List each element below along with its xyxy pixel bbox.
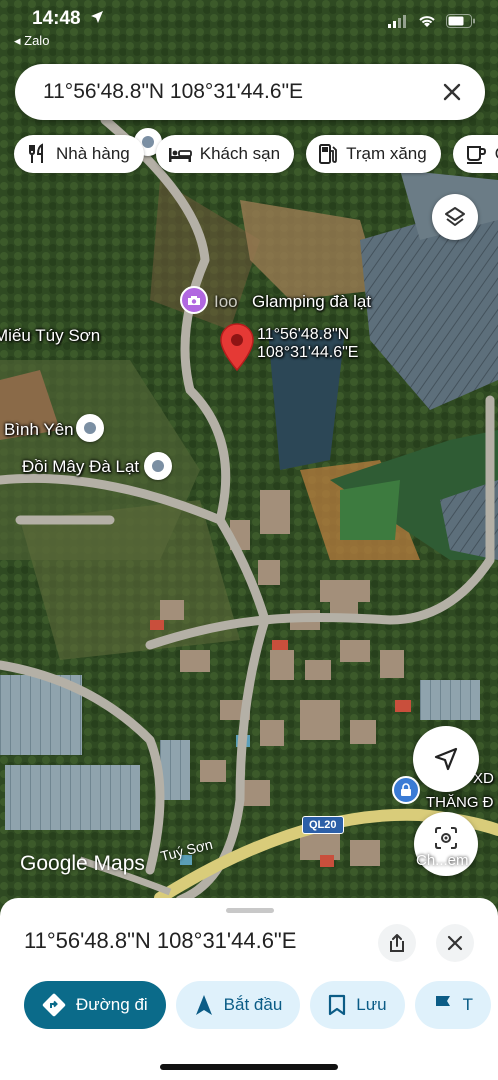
poi-marker-doi-may[interactable] bbox=[144, 452, 172, 480]
back-to-app-link[interactable]: ◂ Zalo bbox=[14, 33, 49, 49]
close-icon bbox=[447, 935, 463, 951]
bookmark-icon bbox=[329, 994, 346, 1016]
flag-icon bbox=[435, 996, 450, 1015]
place-label-tuy-son-temple[interactable]: Miếu Túy Sơn bbox=[0, 326, 100, 346]
navigation-arrow-icon bbox=[434, 747, 458, 771]
map-layers-button[interactable] bbox=[432, 194, 478, 240]
directions-button[interactable]: Đường đi bbox=[24, 981, 166, 1029]
start-label: Bắt đầu bbox=[223, 995, 283, 1014]
flag-label: T bbox=[462, 995, 473, 1014]
system-icons bbox=[388, 14, 476, 28]
cellular-signal-icon bbox=[388, 14, 406, 28]
hotel-icon bbox=[168, 148, 192, 162]
place-label-xd[interactable]: XD bbox=[473, 770, 494, 787]
sheet-title: 11°56'48.8"N 108°31'44.6"E bbox=[24, 928, 297, 953]
navigation-arrow-icon bbox=[195, 995, 212, 1015]
chip-restaurants-label: Nhà hàng bbox=[56, 144, 130, 163]
save-label: Lưu bbox=[356, 995, 387, 1014]
share-icon bbox=[390, 934, 404, 952]
place-label-glamping[interactable]: Glamping đà lạt bbox=[252, 292, 371, 312]
search-input[interactable]: 11°56'48.8"N 108°31'44.6"E bbox=[43, 80, 439, 104]
lock-poi-icon[interactable] bbox=[392, 776, 420, 804]
poi-marker-binh-yen[interactable] bbox=[76, 414, 104, 442]
chip-gas-stations[interactable]: Trạm xăng bbox=[306, 135, 441, 173]
directions-icon bbox=[42, 993, 66, 1017]
chip-gas-stations-label: Trạm xăng bbox=[346, 144, 427, 163]
pin-coordinates-label: 11°56'48.8"N 108°31'44.6"E bbox=[257, 326, 358, 363]
start-button[interactable]: Bắt đầu bbox=[175, 981, 301, 1029]
chip-hotels-label: Khách sạn bbox=[199, 144, 281, 163]
status-bar: 14:48 ◂ Zalo bbox=[0, 0, 498, 56]
wifi-icon bbox=[419, 15, 435, 27]
place-label-doi-may[interactable]: Đồi Mây Đà Lạt bbox=[22, 457, 139, 477]
chip-restaurants[interactable]: Nhà hàng bbox=[14, 135, 144, 173]
my-location-button[interactable] bbox=[413, 726, 479, 792]
sheet-actions: Đường đi Bắt đầu Lưu T bbox=[24, 981, 491, 1029]
chip-coffee[interactable]: Q bbox=[452, 135, 498, 173]
pin-label-line2: 108°31'44.6"E bbox=[257, 344, 359, 362]
layers-icon bbox=[445, 207, 465, 226]
share-button[interactable] bbox=[378, 924, 416, 962]
lens-camera-icon bbox=[435, 827, 457, 849]
place-label-binh-yen[interactable]: Bình Yên bbox=[4, 420, 74, 440]
place-details-sheet[interactable]: 11°56'48.8"N 108°31'44.6"E Đường đi Bắt … bbox=[0, 898, 498, 1080]
sheet-drag-handle[interactable] bbox=[226, 908, 274, 913]
save-button[interactable]: Lưu bbox=[310, 981, 405, 1029]
home-indicator[interactable] bbox=[160, 1064, 338, 1070]
camping-poi-icon[interactable] bbox=[180, 286, 208, 314]
location-services-icon bbox=[91, 11, 103, 23]
status-time: 14:48 bbox=[32, 8, 81, 29]
gas-station-icon bbox=[319, 144, 337, 164]
lens-button-label: Ch...em bbox=[416, 852, 469, 869]
place-label-glamping-prefix[interactable]: Ioo bbox=[214, 292, 238, 312]
close-sheet-button[interactable] bbox=[436, 924, 474, 962]
battery-icon bbox=[446, 14, 475, 28]
road-shield-ql20: QL20 bbox=[302, 816, 344, 834]
coffee-icon bbox=[466, 146, 486, 164]
close-icon bbox=[443, 83, 461, 101]
dropped-pin-icon[interactable] bbox=[218, 322, 256, 372]
flag-button[interactable]: T bbox=[414, 981, 491, 1029]
google-maps-logo: Google Maps bbox=[20, 852, 145, 875]
restaurant-icon bbox=[29, 143, 43, 163]
chip-hotels[interactable]: Khách sạn bbox=[155, 135, 295, 173]
category-chips: Nhà hàng Khách sạn Trạm xăng Q bbox=[14, 135, 498, 173]
search-bar[interactable]: 11°56'48.8"N 108°31'44.6"E bbox=[15, 64, 485, 120]
clear-search-button[interactable] bbox=[439, 79, 465, 105]
pin-label-line1: 11°56'48.8"N bbox=[257, 326, 350, 343]
place-label-thang[interactable]: THĂNG Đ bbox=[426, 794, 494, 811]
directions-label: Đường đi bbox=[76, 995, 148, 1014]
